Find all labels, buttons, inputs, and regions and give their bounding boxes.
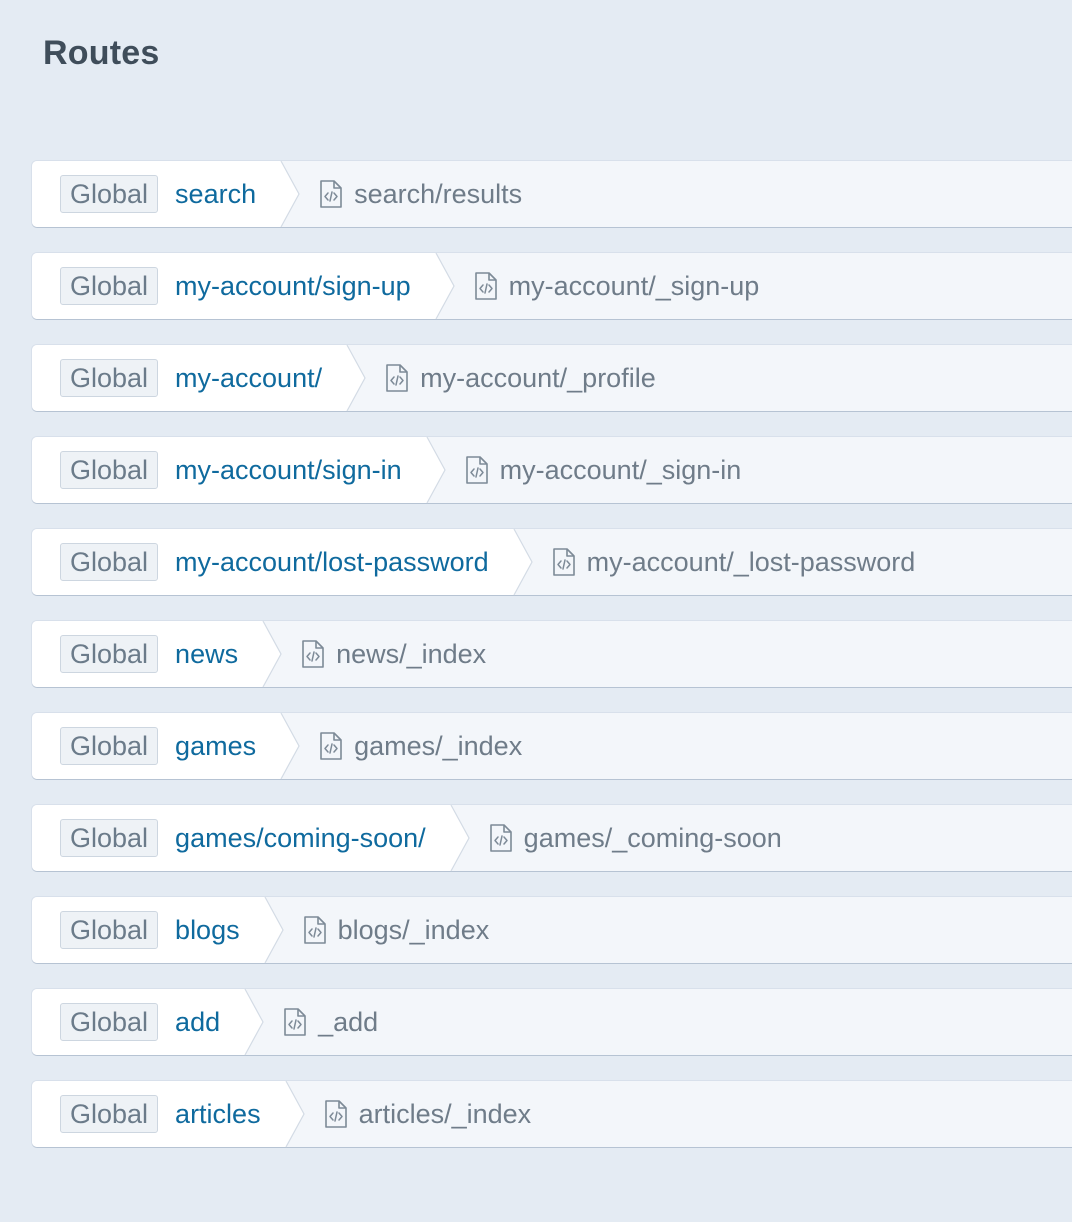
template-path: games/_coming-soon bbox=[523, 822, 782, 853]
route-uri[interactable]: my-account/lost-password bbox=[175, 547, 489, 578]
row-separator-chevron bbox=[262, 620, 282, 688]
code-file-icon bbox=[303, 916, 327, 944]
site-badge: Global bbox=[60, 359, 159, 397]
route-uri[interactable]: my-account/sign-in bbox=[175, 455, 402, 486]
route-uri[interactable]: articles bbox=[175, 1099, 261, 1130]
row-separator-chevron bbox=[264, 896, 284, 964]
route-uri-cell[interactable]: Global my-account/sign-up bbox=[32, 252, 455, 320]
template-path: blogs/_index bbox=[337, 914, 490, 945]
route-template-cell: my-account/_sign-up bbox=[437, 253, 1072, 319]
site-badge: Global bbox=[60, 819, 159, 857]
code-file-icon bbox=[385, 364, 409, 392]
row-separator-chevron bbox=[435, 252, 455, 320]
route-uri[interactable]: add bbox=[175, 1007, 220, 1038]
route-template-cell: my-account/_sign-in bbox=[428, 437, 1072, 503]
template-path: _add bbox=[318, 1006, 379, 1037]
route-row[interactable]: Global games/coming-soon/games/_coming-so… bbox=[32, 804, 1072, 872]
route-template-cell: _add bbox=[246, 989, 1072, 1055]
page-title: Routes bbox=[43, 34, 160, 72]
template-path: my-account/_profile bbox=[420, 362, 656, 393]
route-uri-cell[interactable]: Global add bbox=[32, 988, 264, 1056]
route-uri[interactable]: my-account/ bbox=[175, 363, 322, 394]
row-separator-chevron bbox=[513, 528, 533, 596]
route-template-cell: articles/_index bbox=[287, 1081, 1072, 1147]
template-path: news/_index bbox=[336, 638, 487, 669]
route-uri[interactable]: games/coming-soon/ bbox=[175, 823, 426, 854]
code-file-icon bbox=[489, 824, 513, 852]
site-badge: Global bbox=[60, 1003, 159, 1041]
route-row[interactable]: Global my-account/sign-in my-account/_sign… bbox=[32, 436, 1072, 504]
template-path: games/_index bbox=[354, 730, 523, 761]
row-separator-chevron bbox=[346, 344, 366, 412]
route-uri-cell[interactable]: Global news bbox=[32, 620, 282, 688]
code-file-icon bbox=[324, 1100, 348, 1128]
template-path: search/results bbox=[354, 178, 523, 209]
route-template-cell: blogs/_index bbox=[266, 897, 1072, 963]
route-row[interactable]: Global search search/results bbox=[32, 160, 1072, 228]
route-uri-cell[interactable]: Global games/coming-soon/ bbox=[32, 804, 470, 872]
row-separator-chevron bbox=[280, 160, 300, 228]
template-path: my-account/_sign-in bbox=[499, 454, 742, 485]
row-separator-chevron bbox=[285, 1080, 305, 1148]
route-uri-cell[interactable]: Global games bbox=[32, 712, 300, 780]
template-path: my-account/_sign-up bbox=[508, 270, 760, 301]
code-file-icon bbox=[465, 456, 489, 484]
route-uri-cell[interactable]: Global my-account/sign-in bbox=[32, 436, 446, 504]
code-file-icon bbox=[301, 640, 325, 668]
template-path: my-account/_lost-password bbox=[586, 546, 916, 577]
route-template-cell: my-account/_lost-password bbox=[515, 529, 1072, 595]
site-badge: Global bbox=[60, 267, 159, 305]
site-badge: Global bbox=[60, 1095, 159, 1133]
route-row[interactable]: Global my-account/sign-up my-account/_sign… bbox=[32, 252, 1072, 320]
site-badge: Global bbox=[60, 911, 159, 949]
site-badge: Global bbox=[60, 635, 159, 673]
route-uri-cell[interactable]: Global articles bbox=[32, 1080, 305, 1148]
route-uri-cell[interactable]: Global blogs bbox=[32, 896, 284, 964]
route-uri-cell[interactable]: Global my-account/lost-password bbox=[32, 528, 533, 596]
row-separator-chevron bbox=[280, 712, 300, 780]
route-row[interactable]: Global add _add bbox=[32, 988, 1072, 1056]
route-uri-cell[interactable]: Global search bbox=[32, 160, 300, 228]
route-uri[interactable]: games bbox=[175, 731, 256, 762]
route-row[interactable]: Global blogs blogs/_index bbox=[32, 896, 1072, 964]
code-file-icon bbox=[319, 180, 343, 208]
route-row[interactable]: Global my-account/lost-password my-account… bbox=[32, 528, 1072, 596]
route-template-cell: search/results bbox=[282, 161, 1072, 227]
row-separator-chevron bbox=[450, 804, 470, 872]
site-badge: Global bbox=[60, 175, 159, 213]
routes-page: Routes Global search search/results Global m… bbox=[0, 0, 1072, 1222]
route-uri[interactable]: blogs bbox=[175, 915, 240, 946]
route-template-cell: my-account/_profile bbox=[348, 345, 1072, 411]
template-path: articles/_index bbox=[358, 1098, 532, 1129]
route-template-cell: games/_coming-soon bbox=[452, 805, 1072, 871]
route-uri[interactable]: my-account/sign-up bbox=[175, 271, 411, 302]
code-file-icon bbox=[319, 732, 343, 760]
routes-list: Global search search/results Global my-accou… bbox=[32, 160, 1072, 1173]
site-badge: Global bbox=[60, 543, 159, 581]
route-template-cell: games/_index bbox=[282, 713, 1072, 779]
route-row[interactable]: Global my-account/my-account/_profile bbox=[32, 344, 1072, 412]
row-separator-chevron bbox=[244, 988, 264, 1056]
route-uri[interactable]: search bbox=[175, 179, 256, 210]
site-badge: Global bbox=[60, 727, 159, 765]
code-file-icon bbox=[474, 272, 498, 300]
route-row[interactable]: Global games games/_index bbox=[32, 712, 1072, 780]
site-badge: Global bbox=[60, 451, 159, 489]
route-row[interactable]: Global articles articles/_index bbox=[32, 1080, 1072, 1148]
route-template-cell: news/_index bbox=[264, 621, 1072, 687]
route-uri-cell[interactable]: Global my-account/ bbox=[32, 344, 366, 412]
route-row[interactable]: Global news news/_index bbox=[32, 620, 1072, 688]
code-file-icon bbox=[283, 1008, 307, 1036]
route-uri[interactable]: news bbox=[175, 639, 238, 670]
code-file-icon bbox=[552, 548, 576, 576]
row-separator-chevron bbox=[426, 436, 446, 504]
